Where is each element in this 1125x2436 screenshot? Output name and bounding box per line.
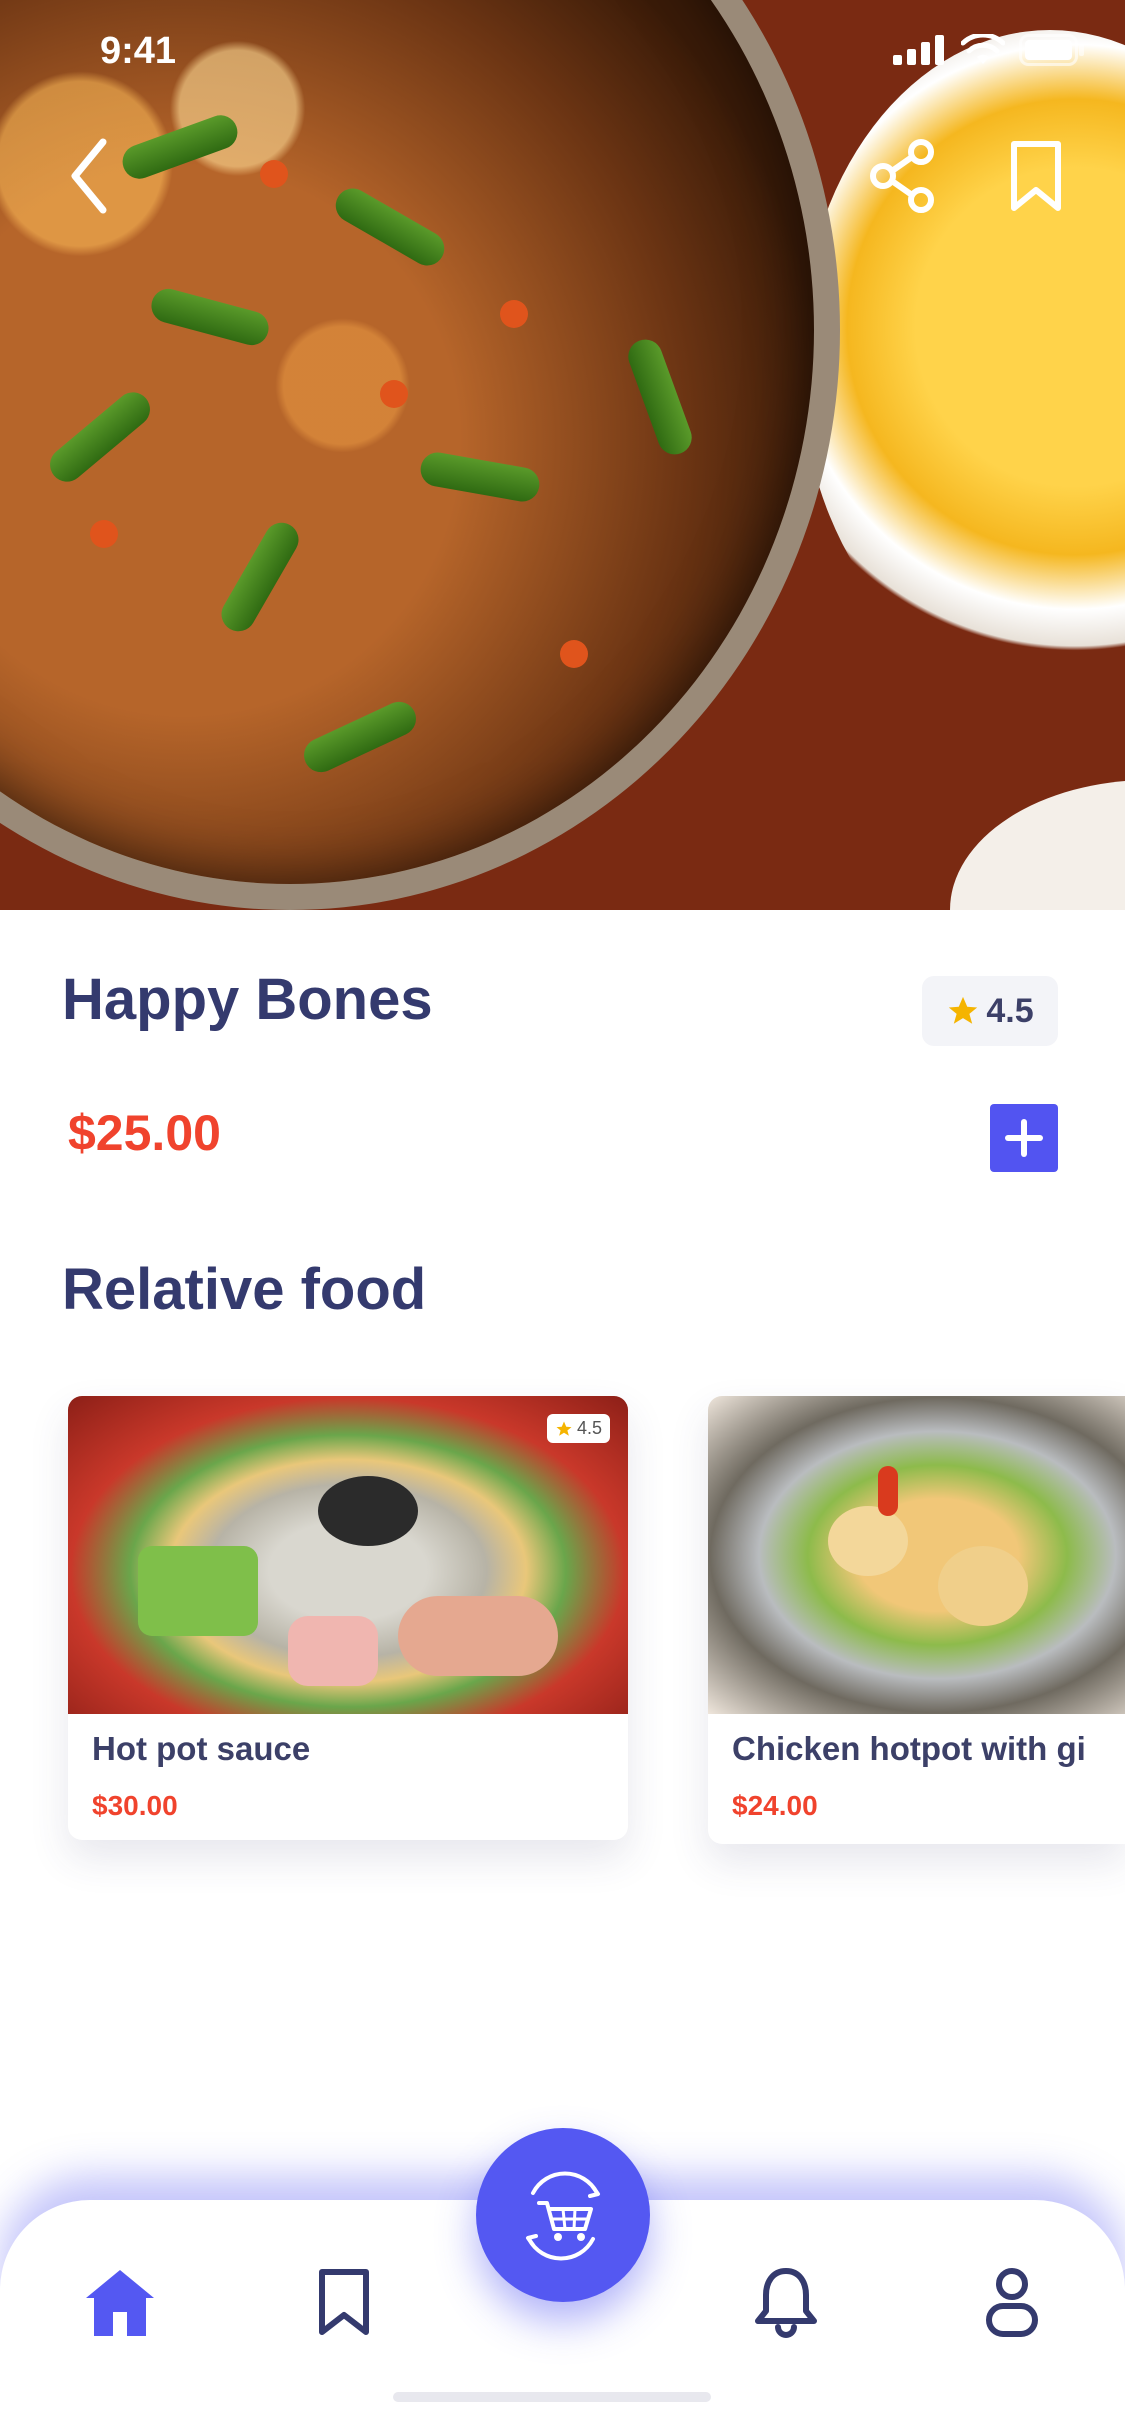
card-food-price: $24.00 — [732, 1790, 818, 1821]
chevron-left-icon — [71, 138, 107, 214]
plus-icon — [1005, 1119, 1043, 1157]
card-food-name: Chicken hotpot with gi — [732, 1730, 1086, 1767]
back-button[interactable] — [50, 136, 130, 216]
share-icon — [870, 139, 934, 213]
star-icon — [556, 1421, 572, 1436]
status-icons — [893, 34, 1085, 66]
signal-icon — [893, 35, 944, 65]
status-time: 9:41 — [100, 30, 177, 72]
nav-notifications[interactable] — [746, 2262, 826, 2342]
hero-image — [0, 0, 1125, 910]
bookmark-icon — [1011, 141, 1061, 211]
side-plate — [800, 30, 1125, 690]
nav-saved[interactable] — [304, 2262, 384, 2342]
rating-value: 4.5 — [986, 991, 1034, 1030]
add-to-cart-button[interactable] — [990, 1104, 1058, 1172]
bookmark-icon — [319, 2269, 369, 2335]
dish-price: $25.00 — [68, 1105, 221, 1161]
share-button[interactable] — [864, 136, 944, 216]
bookmark-button[interactable] — [996, 136, 1076, 216]
home-icon — [86, 2270, 154, 2336]
related-food-card[interactable]: 4.5 Hot pot sauce $30.00 — [68, 1396, 628, 1840]
card-rating-badge: 4.5 — [546, 1414, 610, 1443]
food-image: 4.5 — [68, 1396, 628, 1714]
card-food-price: $30.00 — [92, 1790, 178, 1821]
food-image — [708, 1396, 1125, 1714]
cart-icon — [526, 2171, 600, 2261]
rating-badge: 4.5 — [922, 976, 1058, 1046]
card-rating-value: 4.5 — [576, 1418, 602, 1438]
cart-button[interactable] — [476, 2128, 650, 2302]
star-icon — [949, 996, 978, 1024]
wifi-icon — [961, 34, 1005, 64]
nav-home[interactable] — [80, 2262, 160, 2342]
related-food-card[interactable]: Chicken hotpot with gi $24.00 — [708, 1396, 1125, 1844]
user-icon — [986, 2268, 1038, 2337]
home-indicator — [393, 2392, 711, 2402]
card-food-name: Hot pot sauce — [92, 1730, 311, 1767]
dish-title: Happy Bones — [62, 967, 433, 1032]
section-title: Relative food — [62, 1257, 427, 1322]
nav-profile[interactable] — [972, 2262, 1052, 2342]
bell-icon — [755, 2268, 817, 2338]
battery-icon — [1019, 34, 1084, 66]
